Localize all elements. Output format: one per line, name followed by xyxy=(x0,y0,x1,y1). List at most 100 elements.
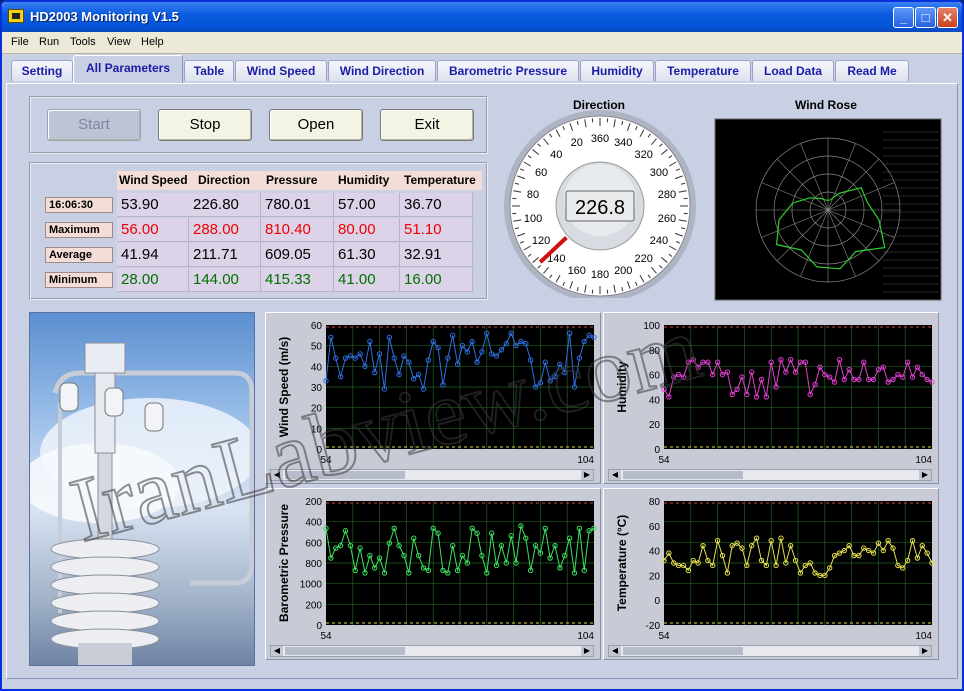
gauge-label: 360 xyxy=(591,133,609,145)
command-button-group: Start Stop Open Exit xyxy=(29,96,488,154)
menu-file[interactable]: File xyxy=(11,36,29,48)
menu-bar: File Run Tools View Help xyxy=(2,32,962,54)
tab-temperature[interactable]: Temperature xyxy=(655,60,751,81)
wind-rose-plot xyxy=(714,118,942,301)
scroll-right-icon[interactable]: ▶ xyxy=(581,470,593,480)
temperature-scrollbar[interactable]: ◀ ▶ xyxy=(608,645,932,657)
cell-avg-pressure: 609.05 xyxy=(261,243,334,267)
tab-all-parameters[interactable]: All Parameters xyxy=(73,55,183,83)
y-tick-label: 200 xyxy=(305,497,322,508)
x-tick-label: 104 xyxy=(577,631,594,642)
temperature-chart: 806040200-2054 104Temperature (°C) xyxy=(615,497,935,642)
close-button[interactable]: ✕ xyxy=(937,7,958,28)
tab-strip: Setting All Parameters Table Wind Speed … xyxy=(2,54,962,84)
cell-current-humidity: 57.00 xyxy=(334,193,400,217)
header-pressure: Pressure xyxy=(264,171,336,190)
minimize-button[interactable]: _ xyxy=(893,7,914,28)
wind-rose-title: Wind Rose xyxy=(795,98,857,112)
direction-title: Direction xyxy=(573,98,626,112)
scroll-right-icon[interactable]: ▶ xyxy=(919,470,931,480)
scroll-thumb[interactable] xyxy=(285,647,405,655)
scroll-left-icon[interactable]: ◀ xyxy=(609,470,621,480)
y-tick-label: 100 xyxy=(643,321,660,332)
temperature-chart-panel: 80 60 40 20 0 -20 54 104 Temperature (°C) ◀ ▶ xyxy=(603,488,939,660)
y-tick-label: 50 xyxy=(311,342,323,353)
weather-station-photo xyxy=(29,312,255,666)
cell-current-direction: 226.80 xyxy=(189,193,261,217)
tab-table[interactable]: Table xyxy=(184,60,234,81)
maximize-button[interactable]: □ xyxy=(915,7,936,28)
y-tick-label: 60 xyxy=(649,371,661,382)
row-label-maximum: Maximum xyxy=(45,222,113,238)
header-temperature: Temperature xyxy=(402,171,482,190)
open-button[interactable]: Open xyxy=(269,109,363,141)
scroll-thumb[interactable] xyxy=(623,471,743,479)
app-window: HD2003 Monitoring V1.5 _ □ ✕ File Run To… xyxy=(0,0,964,691)
tab-wind-speed[interactable]: Wind Speed xyxy=(235,60,327,81)
start-button[interactable]: Start xyxy=(47,109,141,141)
wind-speed-scrollbar[interactable]: ◀ ▶ xyxy=(270,469,594,481)
gauge-label: 340 xyxy=(614,137,632,149)
scroll-right-icon[interactable]: ▶ xyxy=(919,646,931,656)
gauge-label: 80 xyxy=(527,189,539,201)
tab-setting[interactable]: Setting xyxy=(11,60,73,81)
scroll-left-icon[interactable]: ◀ xyxy=(271,646,283,656)
scroll-left-icon[interactable]: ◀ xyxy=(271,470,283,480)
y-axis-label: Wind Speed (m/s) xyxy=(277,337,291,438)
scroll-thumb[interactable] xyxy=(285,471,405,479)
tab-barometric-pressure[interactable]: Barometric Pressure xyxy=(437,60,579,81)
cell-max-temperature: 51.10 xyxy=(400,218,473,242)
scroll-thumb[interactable] xyxy=(623,647,743,655)
tab-wind-direction[interactable]: Wind Direction xyxy=(328,60,436,81)
title-bar[interactable]: HD2003 Monitoring V1.5 _ □ ✕ xyxy=(2,2,962,32)
tab-humidity[interactable]: Humidity xyxy=(580,60,654,81)
scroll-left-icon[interactable]: ◀ xyxy=(609,646,621,656)
humidity-chart: 10080604020054 104Humidity xyxy=(615,321,935,466)
cell-min-wind-speed: 28.00 xyxy=(117,268,189,292)
y-tick-label: 10 xyxy=(311,424,323,435)
row-label-average: Average xyxy=(45,247,113,263)
wind-speed-chart: 605040302010054 104Wind Speed (m/s) xyxy=(277,321,597,466)
y-tick-label: 60 xyxy=(649,522,661,533)
gauge-label: 180 xyxy=(591,269,609,281)
exit-button[interactable]: Exit xyxy=(380,109,474,141)
cell-max-pressure: 810.40 xyxy=(261,218,334,242)
y-tick-label: 20 xyxy=(649,571,661,582)
y-tick-label: 20 xyxy=(311,404,323,415)
tab-load-data[interactable]: Load Data xyxy=(752,60,834,81)
cell-avg-direction: 211.71 xyxy=(189,243,261,267)
gauge-label: 40 xyxy=(550,149,562,161)
x-tick-label: 104 xyxy=(915,455,932,466)
y-tick-label: 800 xyxy=(305,559,322,570)
y-axis-label: Barometric Pressure xyxy=(277,504,291,622)
menu-view[interactable]: View xyxy=(107,36,131,48)
gauge-label: 240 xyxy=(650,235,668,247)
header-humidity: Humidity xyxy=(336,171,402,190)
wind-speed-chart-panel: 60 50 40 30 20 10 0 54 104 Wind Speed (m/s) ◀ ▶ xyxy=(265,312,601,484)
x-tick-label: 54 xyxy=(658,455,670,466)
pressure-chart-panel: 200 400 600 800 1000 200 0 54 104 Barometric Pres… xyxy=(265,488,601,660)
cell-max-wind-speed: 56.00 xyxy=(117,218,189,242)
readings-table: Wind Speed Direction Pressure Humidity T… xyxy=(29,162,488,300)
menu-tools[interactable]: Tools xyxy=(70,36,96,48)
pressure-scrollbar[interactable]: ◀ ▶ xyxy=(270,645,594,657)
x-tick-label: 104 xyxy=(915,631,932,642)
gauge-label: 220 xyxy=(635,253,653,265)
scroll-right-icon[interactable]: ▶ xyxy=(581,646,593,656)
stop-button[interactable]: Stop xyxy=(158,109,252,141)
direction-gauge: 360 3403203002802602402202001801601401201… xyxy=(504,110,696,302)
gauge-label: 20 xyxy=(571,137,583,149)
gauge-label: 160 xyxy=(568,265,586,277)
y-tick-label: 400 xyxy=(305,518,322,529)
y-tick-label: 80 xyxy=(649,497,661,508)
gauge-label: 100 xyxy=(524,213,542,225)
menu-run[interactable]: Run xyxy=(39,36,59,48)
humidity-scrollbar[interactable]: ◀ ▶ xyxy=(608,469,932,481)
cell-max-direction: 288.00 xyxy=(189,218,261,242)
row-label-minimum: Minimum xyxy=(45,272,113,288)
cell-min-temperature: 16.00 xyxy=(400,268,473,292)
tab-read-me[interactable]: Read Me xyxy=(835,60,909,81)
wind-rose-panel: Wind Rose xyxy=(713,96,943,302)
gauge-label: 120 xyxy=(532,235,550,247)
menu-help[interactable]: Help xyxy=(141,36,164,48)
